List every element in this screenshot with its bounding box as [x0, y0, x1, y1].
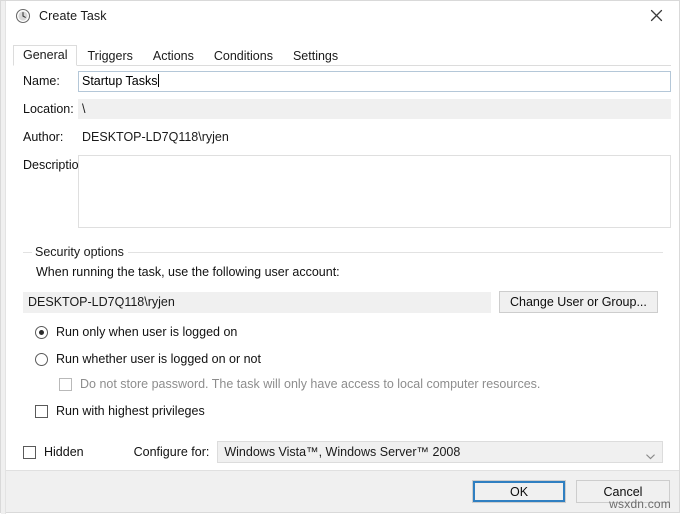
general-tab-panel: Name: Startup Tasks Location: \ Author: … — [1, 71, 680, 235]
location-row: Location: \ — [1, 99, 680, 120]
configure-for-value: Windows Vista™, Windows Server™ 2008 — [224, 445, 461, 459]
checkbox-hidden[interactable] — [23, 445, 36, 459]
create-task-dialog: Create Task General Triggers Actions Con… — [0, 0, 680, 514]
tab-strip: General Triggers Actions Conditions Sett… — [13, 43, 671, 66]
ok-button[interactable]: OK — [472, 480, 566, 503]
configure-for-label: Configure for: — [133, 445, 210, 459]
tab-actions[interactable]: Actions — [143, 46, 204, 66]
run-highest-privileges-label: Run with highest privileges — [56, 404, 205, 418]
checkbox-do-not-store-password — [59, 378, 72, 391]
security-options-legend: Security options — [32, 245, 128, 259]
tab-triggers[interactable]: Triggers — [77, 46, 142, 66]
checkbox-run-with-highest-privileges[interactable] — [35, 405, 48, 418]
do-not-store-password-option: Do not store password. The task will onl… — [23, 377, 663, 392]
clock-icon — [15, 8, 31, 24]
window-title: Create Task — [39, 9, 107, 23]
run-only-logged-on-option[interactable]: Run only when user is logged on — [23, 325, 663, 340]
name-label: Name: — [23, 74, 60, 88]
chevron-down-icon — [646, 449, 655, 460]
account-row: DESKTOP-LD7Q118\ryjen Change User or Gro… — [23, 291, 663, 313]
configure-row: Hidden Configure for: Windows Vista™, Wi… — [23, 441, 663, 463]
radio-run-only-logged-on[interactable] — [35, 326, 48, 339]
location-value: \ — [78, 99, 671, 119]
name-input[interactable]: Startup Tasks — [78, 71, 671, 92]
title-bar: Create Task — [6, 1, 679, 31]
change-user-or-group-button[interactable]: Change User or Group... — [499, 291, 658, 313]
close-icon[interactable] — [634, 1, 679, 30]
security-options-group: Security options When running the task, … — [23, 245, 663, 428]
description-row: Description: — [1, 155, 680, 228]
text-caret — [157, 74, 159, 87]
configure-for-select[interactable]: Windows Vista™, Windows Server™ 2008 — [217, 441, 663, 463]
user-account-field: DESKTOP-LD7Q118\ryjen — [23, 291, 491, 313]
do-not-store-password-label: Do not store password. The task will onl… — [80, 377, 541, 391]
tab-settings[interactable]: Settings — [283, 46, 348, 66]
author-value: DESKTOP-LD7Q118\ryjen — [82, 130, 229, 144]
author-row: Author: DESKTOP-LD7Q118\ryjen — [1, 127, 680, 148]
run-whether-logged-on-label: Run whether user is logged on or not — [56, 352, 261, 366]
author-label: Author: — [23, 130, 64, 144]
dialog-footer: OK Cancel wsxdn.com — [6, 470, 679, 512]
run-highest-privileges-option[interactable]: Run with highest privileges — [23, 404, 663, 419]
watermark: wsxdn.com — [609, 497, 671, 511]
run-only-logged-on-label: Run only when user is logged on — [56, 325, 238, 339]
security-prompt: When running the task, use the following… — [36, 265, 340, 279]
location-label: Location: — [23, 102, 74, 116]
description-label: Description: — [23, 158, 89, 172]
run-whether-logged-on-option[interactable]: Run whether user is logged on or not — [23, 352, 663, 367]
description-textarea[interactable] — [78, 155, 671, 228]
radio-run-whether-logged-on[interactable] — [35, 353, 48, 366]
hidden-label: Hidden — [44, 445, 84, 459]
name-row: Name: Startup Tasks — [1, 71, 680, 92]
tab-conditions[interactable]: Conditions — [204, 46, 283, 66]
name-input-value: Startup Tasks — [82, 74, 158, 88]
tab-general[interactable]: General — [13, 45, 78, 66]
